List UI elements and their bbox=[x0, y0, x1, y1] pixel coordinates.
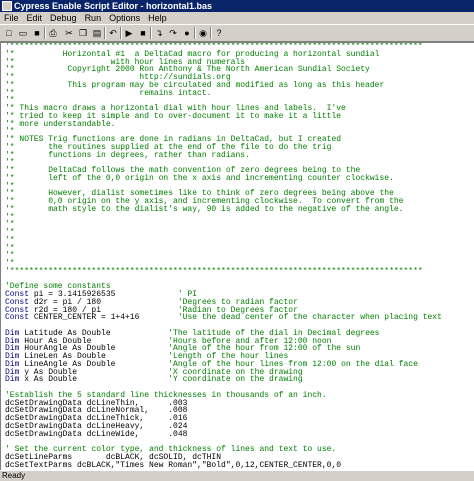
status-text: Ready bbox=[2, 471, 26, 480]
print-icon[interactable]: ⎙ bbox=[47, 27, 59, 39]
code-statement: x As Double bbox=[19, 375, 169, 385]
code-comment: '* more understandable. bbox=[5, 119, 116, 129]
undo-icon[interactable]: ↶ bbox=[107, 27, 119, 39]
code-comment: '***************************************… bbox=[5, 266, 423, 276]
code-comment: '* left of the 0,0 origin on the x axis … bbox=[5, 173, 394, 183]
code-line: '* bbox=[5, 252, 442, 260]
code-line: dcSetDrawingData dcLineWide, .048 bbox=[5, 429, 442, 439]
code-statement: CENTER_CENTER = 1+4+16 bbox=[29, 313, 178, 323]
run-icon[interactable]: ▶ bbox=[123, 27, 135, 39]
code-line: '* bbox=[5, 213, 442, 222]
menu-options[interactable]: Options bbox=[109, 13, 140, 23]
code-line: '* bbox=[5, 221, 442, 229]
code-comment: 'Use the dead center of the character wh… bbox=[177, 313, 442, 323]
code-line: '* bbox=[5, 229, 442, 237]
add-watch-icon[interactable]: ◉ bbox=[197, 27, 209, 39]
menu-debug[interactable]: Debug bbox=[50, 13, 77, 23]
open-file-icon[interactable]: ▭ bbox=[17, 27, 29, 39]
step-over-icon[interactable]: ↷ bbox=[167, 27, 179, 39]
code-line: '* math style to the dialist's way, 90 i… bbox=[5, 204, 442, 214]
menu-edit[interactable]: Edit bbox=[27, 13, 43, 23]
code-text[interactable]: '***************************************… bbox=[5, 43, 442, 469]
code-statement: dcSetTextParms dcBLACK,"Times New Roman"… bbox=[5, 460, 342, 470]
code-line: '* bbox=[5, 244, 442, 253]
toolbar-separator bbox=[104, 27, 106, 39]
code-comment: '* functions in degrees, rather than rad… bbox=[5, 150, 250, 160]
toolbar-separator bbox=[194, 27, 196, 39]
code-editor[interactable]: '***************************************… bbox=[0, 42, 474, 470]
code-comment: '* math style to the dialist's way, 90 i… bbox=[5, 204, 404, 214]
code-line: '***************************************… bbox=[5, 266, 442, 276]
toolbar-separator bbox=[210, 27, 212, 39]
menu-run[interactable]: Run bbox=[85, 13, 102, 23]
code-line: '* more understandable. bbox=[5, 119, 442, 129]
code-line: '* remains intact. bbox=[5, 88, 442, 98]
paste-icon[interactable]: ▤ bbox=[91, 27, 103, 39]
stop-icon[interactable]: ■ bbox=[137, 27, 149, 39]
code-statement: dcSetDrawingData dcLineWide, .048 bbox=[5, 429, 188, 439]
new-file-icon[interactable]: □ bbox=[3, 27, 15, 39]
code-line: Dim x As Double 'Y coordinate on the dra… bbox=[5, 376, 442, 384]
save-icon[interactable]: ■ bbox=[31, 27, 43, 39]
code-line: '* bbox=[5, 236, 442, 245]
help-icon[interactable]: ? bbox=[213, 27, 225, 39]
code-line: dcSetTextParms dcBLACK,"Times New Roman"… bbox=[5, 460, 442, 470]
code-line: '* left of the 0,0 origin on the x axis … bbox=[5, 173, 442, 183]
step-into-icon[interactable]: ↴ bbox=[153, 27, 165, 39]
menu-help[interactable]: Help bbox=[148, 13, 167, 23]
menu-file[interactable]: File bbox=[4, 13, 19, 23]
toolbar-separator bbox=[120, 27, 122, 39]
code-comment: 'Y coordinate on the drawing bbox=[168, 375, 303, 385]
toolbar-separator bbox=[150, 27, 152, 39]
status-bar: Ready bbox=[0, 470, 474, 480]
cut-icon[interactable]: ✂ bbox=[63, 27, 75, 39]
code-comment: '* remains intact. bbox=[5, 88, 212, 98]
toggle-breakpoint-icon[interactable]: ● bbox=[181, 27, 193, 39]
toolbar-separator bbox=[44, 27, 46, 39]
code-line: '* functions in degrees, rather than rad… bbox=[5, 150, 442, 160]
copy-icon[interactable]: ❐ bbox=[77, 27, 89, 39]
title-bar: Cypress Enable Script Editor - horizonta… bbox=[0, 0, 474, 12]
code-line: Const CENTER_CENTER = 1+4+16 'Use the de… bbox=[5, 314, 442, 322]
menu-bar: File Edit Debug Run Options Help bbox=[0, 12, 474, 24]
app-icon bbox=[2, 1, 12, 11]
window-title: Cypress Enable Script Editor - horizonta… bbox=[14, 1, 213, 11]
toolbar: □ ▭ ■ ⎙ ✂ ❐ ▤ ↶ ▶ ■ ↴ ↷ ● ◉? bbox=[0, 24, 474, 42]
